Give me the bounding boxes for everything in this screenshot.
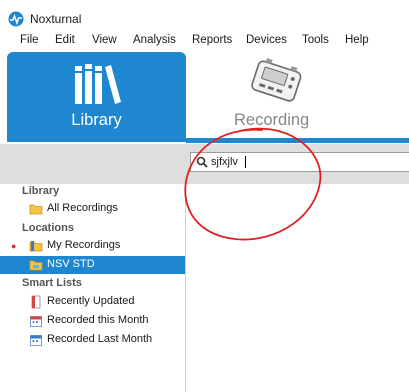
library-books-icon xyxy=(75,64,121,104)
sidebar-item-label: Recorded Last Month xyxy=(47,333,153,345)
sidebar-item-label: My Recordings xyxy=(47,239,121,251)
ribbon-accent-bar xyxy=(186,138,409,143)
menu-view[interactable]: View xyxy=(92,34,117,46)
search-icon xyxy=(196,156,208,168)
recordings-content-area xyxy=(186,184,409,392)
recording-tab-label: Recording xyxy=(234,111,310,129)
search-toolbar xyxy=(0,144,409,184)
sidebar: Library All Recordings Locations ● My Re… xyxy=(0,184,186,392)
recording-tab[interactable]: Recording xyxy=(190,52,409,142)
recording-device-icon xyxy=(251,58,302,102)
ribbon: Library Recording xyxy=(0,52,409,144)
search-input[interactable] xyxy=(211,154,391,170)
sidebar-item-my-recordings[interactable]: ● My Recordings xyxy=(0,237,185,255)
library-tab[interactable]: Library xyxy=(7,52,186,142)
menu-tools[interactable]: Tools xyxy=(302,34,329,46)
folder-icon xyxy=(29,204,43,215)
menu-bar: File Edit View Analysis Reports Devices … xyxy=(0,30,409,52)
sidebar-item-label: All Recordings xyxy=(47,202,118,214)
app-title: Noxturnal xyxy=(30,12,82,26)
sidebar-item-all-recordings[interactable]: All Recordings xyxy=(0,200,185,218)
sidebar-item-recorded-last-month[interactable]: Recorded Last Month xyxy=(0,331,185,349)
sidebar-item-recorded-this-month[interactable]: Recorded this Month xyxy=(0,312,185,330)
calendar-icon xyxy=(30,335,42,346)
sidebar-item-label: Recently Updated xyxy=(47,295,135,307)
folder-network-icon xyxy=(29,260,43,271)
sidebar-item-label: NSV STD xyxy=(47,258,95,270)
section-header-library: Library xyxy=(22,185,60,197)
section-header-locations: Locations xyxy=(22,222,74,234)
sidebar-item-label: Recorded this Month xyxy=(47,314,149,326)
unsaved-marker-icon: ● xyxy=(11,241,17,251)
section-header-smart-lists: Smart Lists xyxy=(22,277,82,289)
sidebar-item-nsv-std[interactable]: NSV STD xyxy=(0,256,185,274)
title-bar: Noxturnal xyxy=(0,0,409,30)
recent-document-icon xyxy=(31,295,41,309)
folder-location-icon xyxy=(29,241,43,252)
menu-file[interactable]: File xyxy=(20,34,39,46)
noxturnal-logo-icon xyxy=(8,11,24,27)
calendar-icon xyxy=(30,316,42,327)
menu-devices[interactable]: Devices xyxy=(246,34,287,46)
menu-edit[interactable]: Edit xyxy=(55,34,75,46)
search-box[interactable] xyxy=(190,152,409,172)
menu-reports[interactable]: Reports xyxy=(192,34,232,46)
sidebar-item-recently-updated[interactable]: Recently Updated xyxy=(0,293,185,311)
menu-help[interactable]: Help xyxy=(345,34,369,46)
menu-analysis[interactable]: Analysis xyxy=(133,34,176,46)
library-tab-label: Library xyxy=(71,111,122,129)
text-cursor xyxy=(245,156,246,168)
